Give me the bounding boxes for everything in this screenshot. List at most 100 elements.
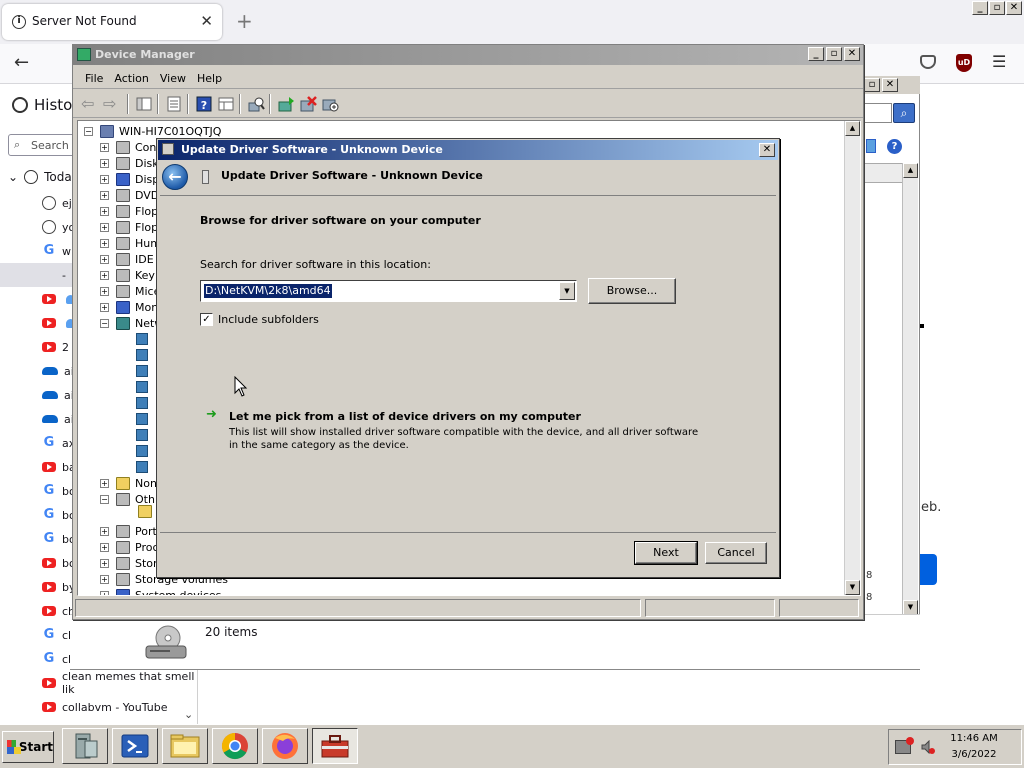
network-adapter-icon[interactable] [136, 429, 148, 441]
taskbar-chrome[interactable] [212, 728, 258, 764]
include-subfolders-row[interactable]: ✓ Include subfolders [200, 313, 319, 326]
taskbar-firefox[interactable] [262, 728, 308, 764]
expand-icon[interactable]: + [100, 239, 109, 248]
expand-icon[interactable]: + [100, 303, 109, 312]
scroll-down-icon[interactable]: ▼ [845, 580, 860, 595]
device-category[interactable]: + Con [100, 141, 156, 154]
device-category[interactable]: + System devices [100, 589, 221, 595]
ublock-icon[interactable]: uD [956, 54, 972, 72]
scroll-up-icon[interactable]: ▲ [845, 121, 860, 136]
pick-from-list-link[interactable]: Let me pick from a list of device driver… [229, 410, 581, 423]
help-icon[interactable]: ? [887, 139, 902, 154]
cancel-button[interactable]: Cancel [705, 542, 767, 564]
menu-view[interactable]: View [156, 67, 193, 89]
menu-file[interactable]: File [81, 67, 110, 89]
expand-icon[interactable]: + [100, 223, 109, 232]
collapse-icon[interactable]: − [100, 495, 109, 504]
collapse-icon[interactable]: − [84, 127, 93, 136]
taskbar-explorer[interactable] [162, 728, 208, 764]
dropdown-arrow-icon[interactable]: ▼ [559, 282, 575, 300]
taskbar-server-manager[interactable] [62, 728, 108, 764]
history-group-today[interactable]: ⌄ Today [8, 170, 79, 184]
explorer-close-button[interactable]: ✕ [882, 78, 898, 92]
unknown-device-node[interactable] [138, 505, 157, 518]
taskbar-device-manager[interactable] [312, 728, 358, 764]
device-category[interactable]: + Mon [100, 301, 158, 314]
tab-close-icon[interactable]: ✕ [200, 12, 213, 30]
menu-action[interactable]: Action [110, 67, 155, 89]
driver-path-combobox[interactable]: D:\NetKVM\2k8\amd64 ▼ [200, 280, 577, 302]
clock-date[interactable]: 3/6/2022 [950, 749, 998, 760]
expand-icon[interactable]: + [100, 559, 109, 568]
expand-icon[interactable]: + [100, 159, 109, 168]
search-icon[interactable]: ⌕ [893, 103, 915, 123]
expand-icon[interactable]: + [100, 527, 109, 536]
dialog-close-button[interactable]: ✕ [759, 143, 775, 157]
history-item[interactable]: clean memes that smell lik [0, 670, 198, 696]
network-adapter-icon[interactable] [136, 349, 148, 361]
help-icon[interactable]: ? [195, 95, 213, 113]
expand-icon[interactable]: + [100, 143, 109, 152]
device-category[interactable]: − Netw [100, 317, 163, 330]
device-category[interactable]: + Disp [100, 173, 159, 186]
new-tab-button[interactable]: + [236, 9, 253, 33]
network-adapter-icon[interactable] [136, 397, 148, 409]
expand-icon[interactable]: + [100, 591, 109, 595]
back-arrow-icon[interactable]: ← [162, 164, 188, 190]
device-category[interactable]: + Mice [100, 285, 160, 298]
device-category[interactable]: + Non [100, 477, 157, 490]
scroll-up-icon[interactable]: ▲ [903, 163, 918, 178]
network-adapter-icon[interactable] [136, 445, 148, 457]
device-category[interactable]: + Key [100, 269, 155, 282]
network-adapter-icon[interactable] [136, 381, 148, 393]
explorer-scrollbar[interactable]: ▲ ▼ [902, 163, 918, 615]
expand-icon[interactable]: + [100, 575, 109, 584]
history-item[interactable]: collabvm - YouTube [0, 695, 198, 719]
device-category[interactable]: + Port [100, 525, 157, 538]
close-button[interactable]: ✕ [844, 47, 860, 61]
network-adapter-icon[interactable] [136, 461, 148, 473]
expand-icon[interactable]: + [100, 191, 109, 200]
browser-tab[interactable]: i Server Not Found ✕ [2, 4, 222, 40]
close-button[interactable]: ✕ [1006, 1, 1022, 15]
back-arrow-icon[interactable]: ← [14, 52, 29, 73]
next-button[interactable]: Next [634, 541, 698, 565]
device-category[interactable]: + Flop [100, 221, 158, 234]
volume-muted-icon[interactable] [921, 740, 935, 754]
device-manager-titlebar[interactable]: Device Manager _ ▫ ✕ [73, 45, 863, 65]
hamburger-menu-icon[interactable]: ☰ [992, 52, 1006, 71]
expand-icon[interactable]: + [100, 271, 109, 280]
expand-icon[interactable]: + [100, 255, 109, 264]
tree-root[interactable]: − WIN-HI7C01OQTJQ [84, 125, 221, 138]
scan-hardware-icon[interactable] [247, 95, 265, 113]
uninstall-icon[interactable] [299, 95, 317, 113]
explorer-action-button[interactable] [920, 554, 937, 585]
device-category[interactable]: + Flop [100, 205, 158, 218]
start-button[interactable]: Start [2, 731, 54, 763]
expand-icon[interactable]: + [100, 287, 109, 296]
device-category[interactable]: + IDE [100, 253, 154, 266]
include-subfolders-checkbox[interactable]: ✓ [200, 313, 213, 326]
network-adapter-icon[interactable] [136, 413, 148, 425]
expand-icon[interactable]: + [100, 175, 109, 184]
clock-time[interactable]: 11:46 AM [950, 733, 998, 744]
update-driver-icon[interactable] [277, 95, 295, 113]
dialog-titlebar[interactable]: Update Driver Software - Unknown Device … [158, 140, 778, 160]
scroll-down-icon[interactable]: ▼ [903, 600, 918, 615]
collapse-icon[interactable]: − [100, 319, 109, 328]
device-category[interactable]: + Stor [100, 557, 158, 570]
browse-button[interactable]: Browse... [588, 278, 676, 304]
device-category[interactable]: + Disk [100, 157, 159, 170]
restore-button[interactable]: ▫ [989, 1, 1005, 15]
view-icon[interactable] [217, 95, 235, 113]
expand-icon[interactable]: + [100, 479, 109, 488]
show-hide-tree-icon[interactable] [135, 95, 153, 113]
network-icon[interactable] [895, 737, 914, 754]
disable-device-icon[interactable] [321, 95, 339, 113]
minimize-button[interactable]: _ [972, 1, 988, 15]
explorer-search-input[interactable] [862, 103, 892, 123]
network-adapter-icon[interactable] [136, 365, 148, 377]
taskbar-powershell[interactable] [112, 728, 158, 764]
driver-path-value[interactable]: D:\NetKVM\2k8\amd64 [204, 284, 332, 298]
properties-icon[interactable] [165, 95, 183, 113]
